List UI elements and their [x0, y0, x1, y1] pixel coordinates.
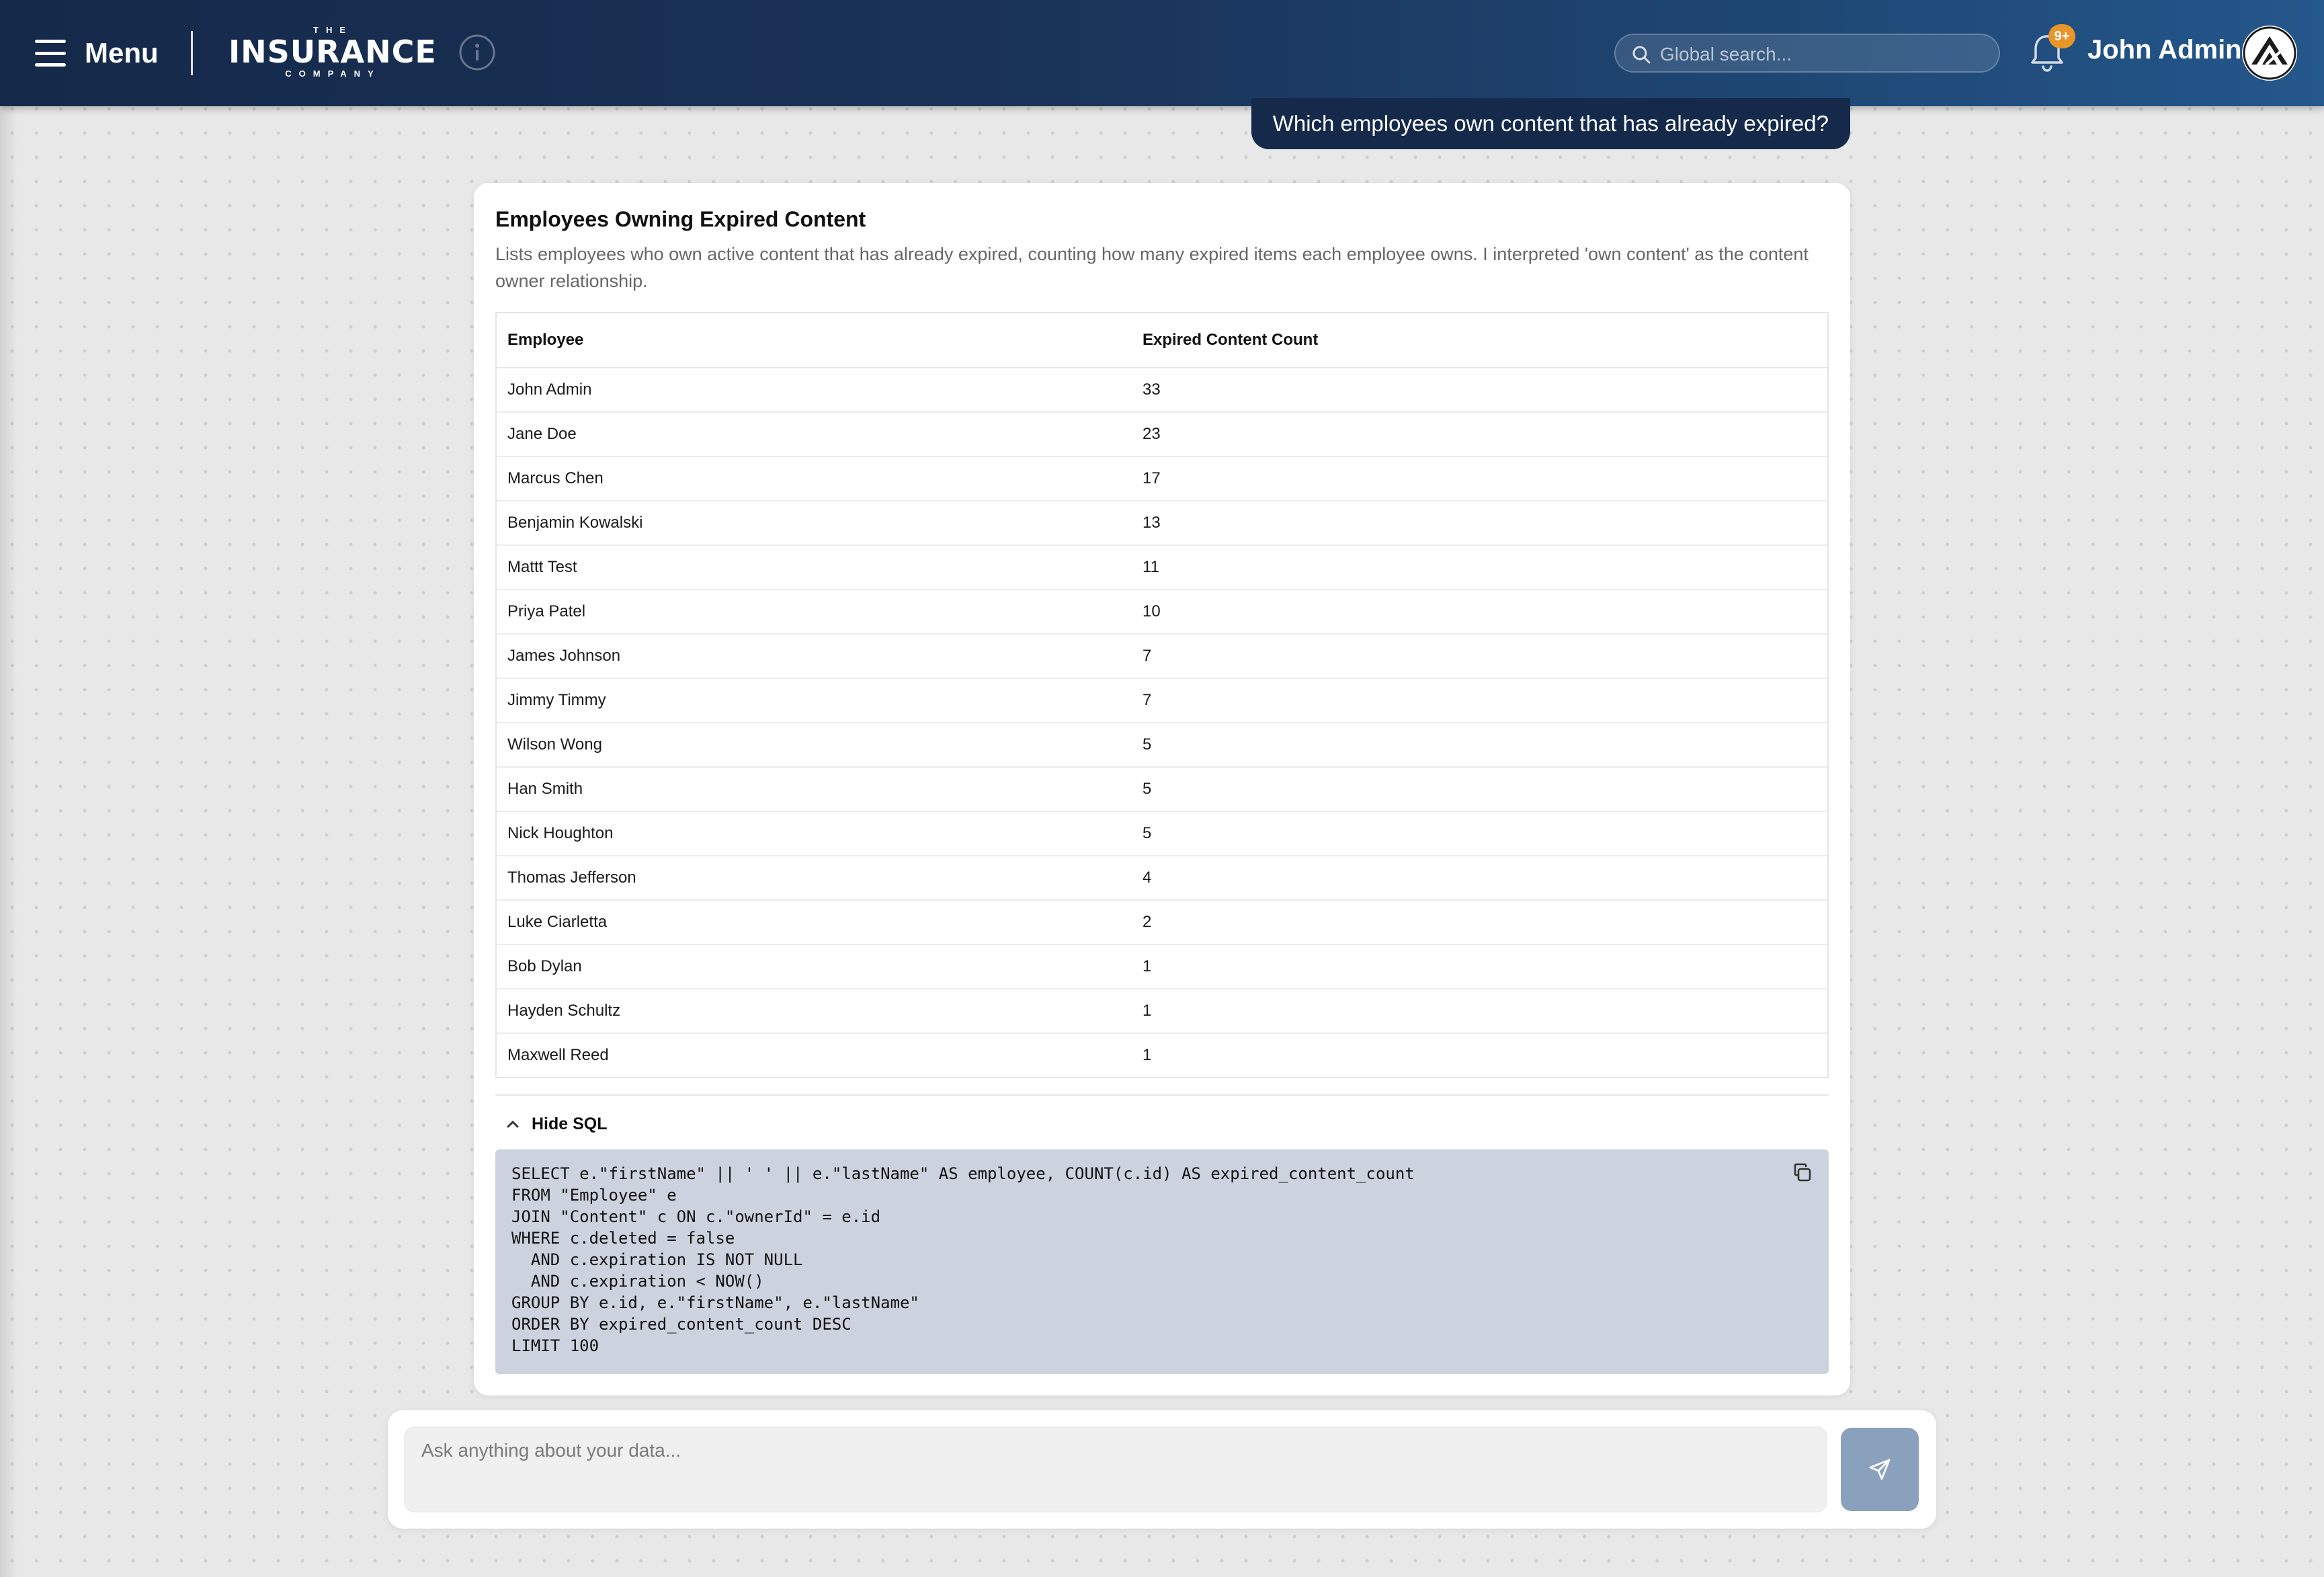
- result-title: Employees Owning Expired Content: [495, 207, 866, 231]
- table-row: John Admin 33: [497, 368, 1827, 413]
- employee-cell: Benjamin Kowalski: [497, 501, 1132, 546]
- employee-cell: Priya Patel: [497, 590, 1132, 635]
- company-logo[interactable]: THE INSURANCE COMPANY: [229, 26, 437, 83]
- sql-divider: [495, 1094, 1829, 1096]
- copy-sql-button[interactable]: [1791, 1162, 1815, 1186]
- table-row: Benjamin Kowalski 13: [497, 501, 1827, 546]
- info-icon[interactable]: [458, 34, 496, 71]
- query-result-card: Employees Owning Expired Content Lists e…: [474, 183, 1850, 1396]
- user-question-bubble: Which employees own content that has alr…: [1251, 98, 1850, 149]
- employee-cell: Jane Doe: [497, 412, 1132, 457]
- user-name[interactable]: John Admin: [2087, 35, 2242, 65]
- employee-cell: Luke Ciarletta: [497, 900, 1132, 945]
- table-row: Maxwell Reed 1: [497, 1033, 1827, 1077]
- chat-composer: [388, 1410, 1936, 1529]
- count-cell: 17: [1132, 456, 1827, 501]
- count-cell: 5: [1132, 767, 1827, 812]
- count-cell: 23: [1132, 412, 1827, 457]
- table-row: Luke Ciarletta 2: [497, 900, 1827, 945]
- count-cell: 7: [1132, 678, 1827, 723]
- top-header: Menu THE INSURANCE COMPANY 9+ John Admin: [0, 0, 2324, 106]
- sql-code-block: SELECT e."firstName" || ' ' || e."lastNa…: [495, 1149, 1829, 1374]
- column-header-expired-count[interactable]: Expired Content Count: [1132, 313, 1827, 368]
- count-cell: 2: [1132, 900, 1827, 945]
- result-description: Lists employees who own active content t…: [495, 244, 1809, 291]
- page-left-shadow: [0, 106, 17, 1577]
- table-row: Priya Patel 10: [497, 590, 1827, 635]
- employee-cell: Nick Houghton: [497, 811, 1132, 856]
- chat-input[interactable]: [404, 1426, 1827, 1512]
- employee-cell: Han Smith: [497, 767, 1132, 812]
- employee-cell: Maxwell Reed: [507, 1046, 609, 1064]
- menu-label: Menu: [85, 37, 159, 69]
- employee-cell: John Admin: [497, 368, 1132, 413]
- employee-cell: Wilson Wong: [497, 723, 1132, 768]
- count-cell: 11: [1132, 545, 1827, 590]
- table-row: Hayden Schultz 1: [497, 989, 1827, 1034]
- table-row: Jimmy Timmy 7: [497, 678, 1827, 723]
- results-table: Employee Expired Content Count John Admi…: [495, 312, 1829, 1078]
- employee-cell: Hayden Schultz: [497, 989, 1132, 1034]
- count-cell: 1: [1132, 989, 1827, 1034]
- count-cell: 1: [1132, 944, 1827, 989]
- chevron-up-icon: [507, 1121, 519, 1128]
- table-row: Wilson Wong 5: [497, 723, 1827, 768]
- global-search[interactable]: [1614, 34, 2000, 73]
- count-cell: 5: [1132, 811, 1827, 856]
- count-cell: 10: [1132, 590, 1827, 635]
- table-row: Han Smith 5: [497, 767, 1827, 812]
- employee-cell: Thomas Jefferson: [497, 856, 1132, 901]
- menu-button[interactable]: Menu: [35, 28, 159, 78]
- count-cell: 7: [1132, 634, 1827, 679]
- header-divider: [191, 31, 193, 75]
- search-icon: [1632, 46, 1651, 64]
- table-row: Bob Dylan 1: [497, 944, 1827, 989]
- table-row: Thomas Jefferson 4: [497, 856, 1827, 901]
- column-header-employee[interactable]: Employee: [497, 313, 1132, 368]
- employee-cell: Jimmy Timmy: [497, 678, 1132, 723]
- count-cell: 5: [1132, 723, 1827, 768]
- user-avatar[interactable]: [2242, 26, 2297, 81]
- table-row: Jane Doe 23: [497, 412, 1827, 457]
- table-row: James Johnson 7: [497, 634, 1827, 679]
- employee-cell: Marcus Chen: [497, 456, 1132, 501]
- count-cell: 13: [1132, 501, 1827, 546]
- notification-badge: 9+: [2048, 24, 2075, 48]
- table-row: Mattt Test 11: [497, 545, 1827, 590]
- employee-cell: Mattt Test: [497, 545, 1132, 590]
- count-cell: 1: [1143, 1046, 1152, 1064]
- send-button[interactable]: [1841, 1428, 1919, 1511]
- copy-icon: [1794, 1163, 1811, 1182]
- table-row: Nick Houghton 5: [497, 811, 1827, 856]
- count-cell: 33: [1132, 368, 1827, 413]
- table-row: Marcus Chen 17: [497, 456, 1827, 501]
- global-search-input[interactable]: [1659, 40, 1984, 69]
- employee-cell: Bob Dylan: [497, 944, 1132, 989]
- logo-main: INSURANCE: [229, 34, 437, 70]
- sql-code: SELECT e."firstName" || ' ' || e."lastNa…: [511, 1164, 1415, 1355]
- count-cell: 4: [1132, 856, 1827, 901]
- avatar-logo-icon: [2243, 26, 2296, 80]
- send-icon: [1869, 1459, 1891, 1480]
- hide-sql-toggle[interactable]: Hide SQL: [506, 1109, 608, 1139]
- table-header-row: Employee Expired Content Count: [497, 313, 1827, 368]
- hide-sql-label: Hide SQL: [532, 1114, 608, 1133]
- hamburger-icon: [35, 40, 66, 67]
- employee-cell: James Johnson: [497, 634, 1132, 679]
- logo-company: COMPANY: [285, 69, 381, 79]
